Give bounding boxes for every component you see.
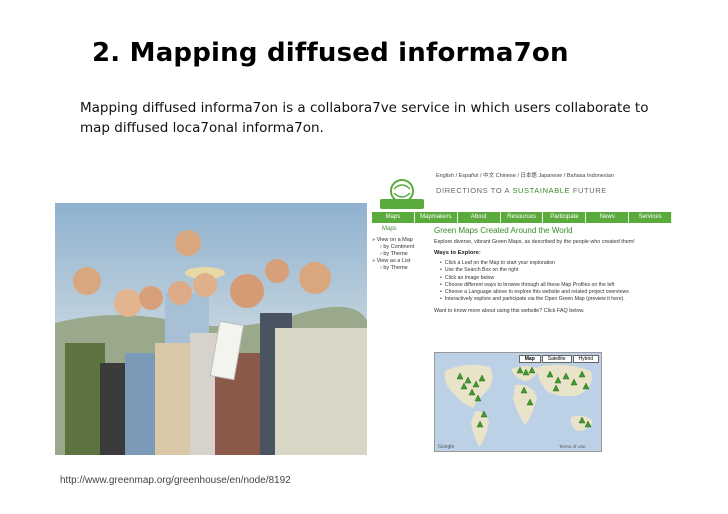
main-heading: Green Maps Created Around the World <box>434 226 573 235</box>
nav-maps[interactable]: Maps <box>372 212 415 223</box>
group-photo <box>55 203 367 455</box>
nav-participate[interactable]: Participate <box>543 212 587 223</box>
sidebar-item-list-by-theme[interactable]: › by Theme <box>380 265 430 272</box>
main-intro: Explore diverse, vibrant Green Maps, as … <box>434 239 635 245</box>
greenmap-website-screenshot: English / Español / 中文 Chinese / 日本語 Jap… <box>372 168 672 452</box>
map-tab-hybrid[interactable]: Hybrid <box>572 355 599 363</box>
sidebar-item-view-on-map[interactable]: » View on a Map <box>372 237 430 244</box>
map-tab-satellite[interactable]: Satellite <box>541 355 572 363</box>
list-item: Choose a Language above to explore this … <box>440 289 668 296</box>
list-item: Choose different ways to browse through … <box>440 282 668 289</box>
nav-mapmakers[interactable]: Mapmakers <box>415 212 458 223</box>
site-nav: Maps Mapmakers About Resources Participa… <box>372 212 672 223</box>
list-item: Click an Image below <box>440 275 668 282</box>
site-sidebar: Maps » View on a Map › by Continent › by… <box>372 226 430 272</box>
site-main-content: Green Maps Created Around the World Expl… <box>434 226 668 314</box>
nav-resources[interactable]: Resources <box>501 212 544 223</box>
world-map[interactable]: Google Terms of Use Map Satellite Hybrid <box>434 352 602 452</box>
map-google-label: Google <box>438 444 454 450</box>
ways-list: Click a Leaf on the Map to start your ex… <box>440 260 668 304</box>
list-item[interactable]: Interactively explore and participate vi… <box>440 296 668 303</box>
sidebar-item-by-theme[interactable]: › by Theme <box>380 251 430 258</box>
source-url-caption: http://www.greenmap.org/greenhouse/en/no… <box>60 475 291 486</box>
greenmap-logo[interactable] <box>378 177 426 215</box>
site-tagline: DIRECTIONS TO A SUSTAINABLE FUTURE <box>436 186 607 195</box>
sidebar-item-by-continent[interactable]: › by Continent <box>380 244 430 251</box>
language-links[interactable]: English / Español / 中文 Chinese / 日本語 Jap… <box>436 171 614 179</box>
nav-services[interactable]: Services <box>629 212 672 223</box>
map-type-tabs: Map Satellite Hybrid <box>518 355 599 363</box>
slide-title: 2. Mapping diffused informa7on <box>92 38 569 68</box>
sidebar-item-view-as-list[interactable]: » View as a List <box>372 258 430 265</box>
nav-about[interactable]: About <box>458 212 501 223</box>
list-item: Use the Search Box on the right <box>440 267 668 274</box>
map-tab-map[interactable]: Map <box>518 355 541 363</box>
ways-label: Ways to Explore: <box>434 250 481 256</box>
list-item: Click a Leaf on the Map to start your ex… <box>440 260 668 267</box>
nav-news[interactable]: News <box>586 212 630 223</box>
faq-text[interactable]: Want to know more about using this websi… <box>434 308 668 314</box>
slide-description: Mapping diffused informa7on is a collabo… <box>80 100 649 136</box>
sidebar-heading: Maps <box>382 226 397 232</box>
map-terms-link[interactable]: Terms of Use <box>559 444 586 449</box>
